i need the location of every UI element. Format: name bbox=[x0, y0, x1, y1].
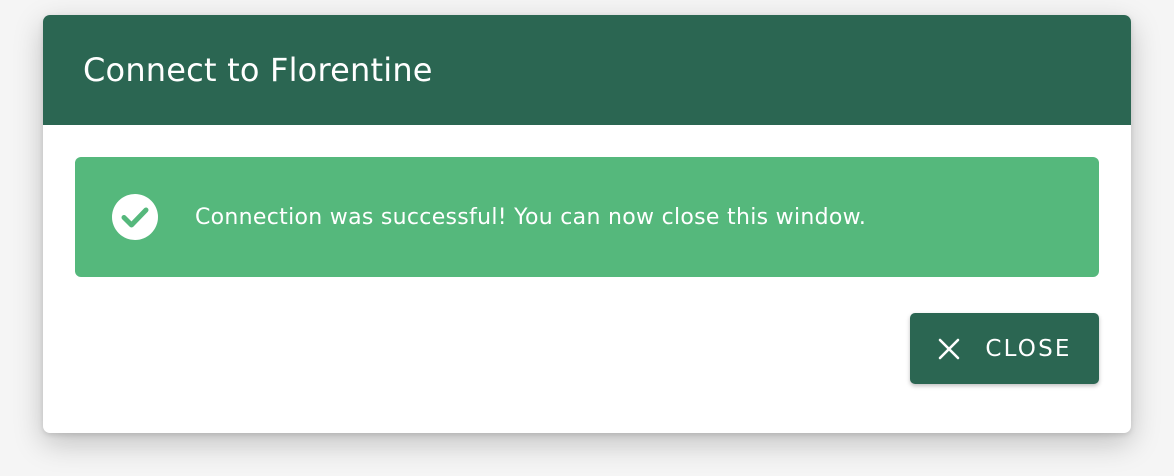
success-alert: Connection was successful! You can now c… bbox=[75, 157, 1099, 277]
close-button[interactable]: CLOSE bbox=[910, 313, 1099, 384]
connect-dialog: Connect to Florentine Connection was suc… bbox=[43, 15, 1131, 433]
check-circle-icon bbox=[111, 193, 159, 241]
dialog-header: Connect to Florentine bbox=[43, 15, 1131, 125]
dialog-title: Connect to Florentine bbox=[83, 51, 433, 89]
close-icon bbox=[937, 337, 961, 361]
alert-message: Connection was successful! You can now c… bbox=[195, 204, 867, 230]
close-button-label: CLOSE bbox=[985, 335, 1072, 362]
